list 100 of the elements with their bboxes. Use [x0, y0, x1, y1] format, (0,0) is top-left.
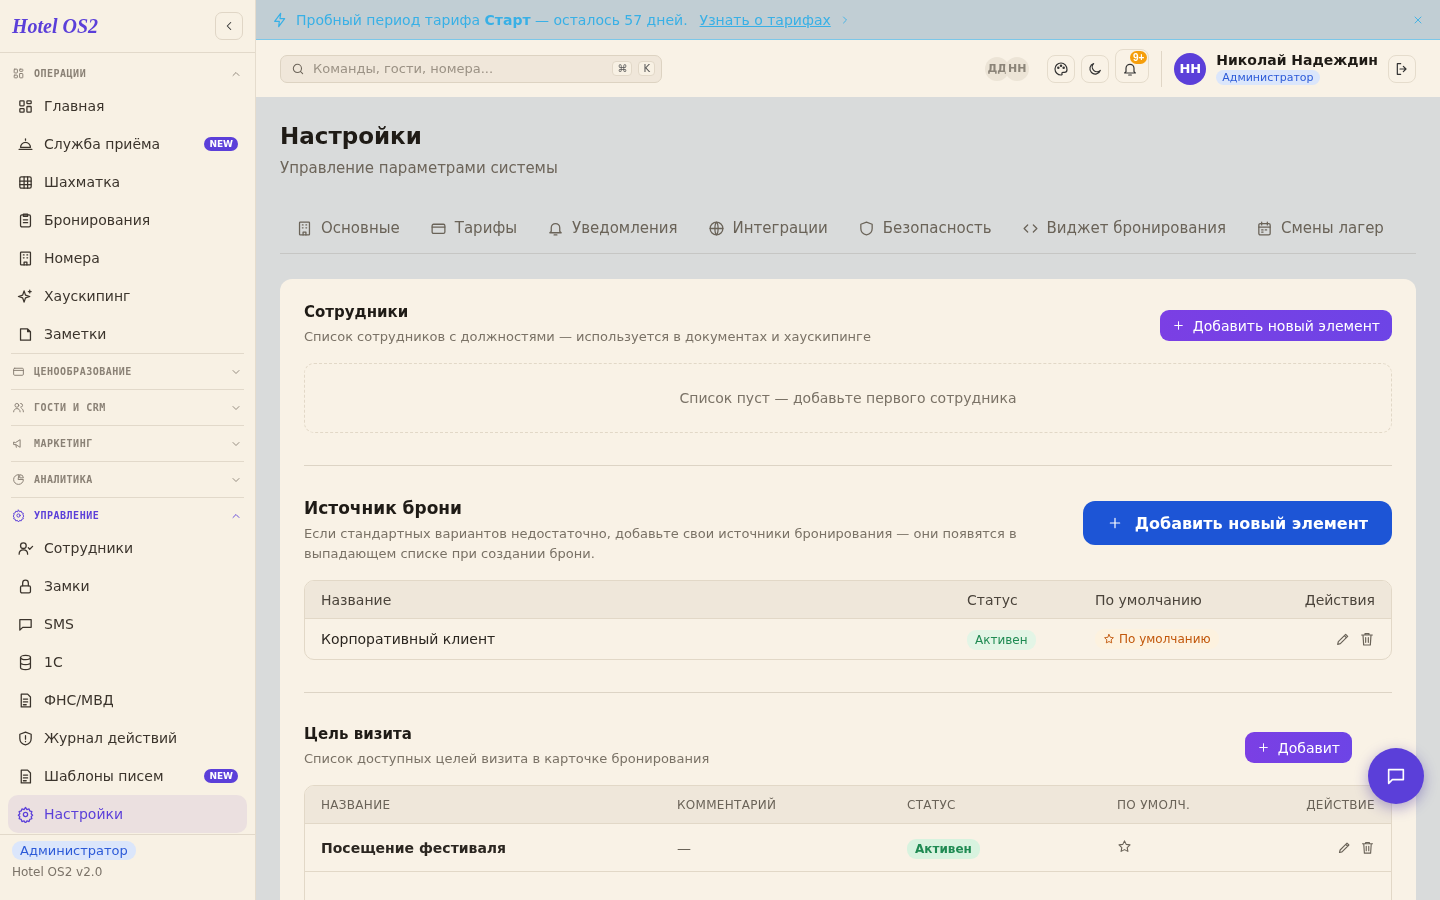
role-badge: Администратор	[12, 841, 136, 860]
empty-state: Список пуст — добавьте первого сотрудника	[304, 363, 1392, 433]
sidebar-item[interactable]: Замки	[8, 567, 247, 605]
settings-tab[interactable]: Тарифы	[429, 203, 518, 253]
lock-icon	[17, 577, 34, 595]
sidebar-item[interactable]: Бронирования	[8, 201, 247, 239]
grid-icon	[17, 97, 34, 115]
section-header[interactable]: АНАЛИТИКА	[11, 462, 244, 497]
settings-tab[interactable]: Безопасность	[857, 203, 992, 253]
shield-icon	[857, 219, 875, 237]
new-badge: NEW	[204, 769, 238, 783]
column-header: Действия	[1304, 591, 1375, 608]
column-header: НАЗВАНИЕ	[321, 797, 392, 812]
calendar-icon	[1256, 219, 1274, 237]
sidebar-item[interactable]: Шахматка	[8, 163, 247, 201]
column-header: СТАТУС	[907, 797, 956, 812]
new-badge: NEW	[204, 137, 238, 151]
shortcut-key: K	[638, 61, 655, 76]
settings-tab[interactable]: Уведомления	[547, 203, 678, 253]
section-header[interactable]: ЦЕНООБРАЗОВАНИЕ	[11, 354, 244, 389]
delete-icon[interactable]	[1359, 631, 1375, 647]
dark-mode-button[interactable]	[1081, 54, 1110, 83]
service-bell-icon	[17, 135, 34, 153]
column-header: ДЕЙСТВИЕ	[1306, 797, 1375, 812]
settings-tab[interactable]: Смены лагер	[1256, 203, 1384, 253]
edit-icon[interactable]	[1337, 840, 1352, 855]
role-badge: Администратор	[1216, 70, 1320, 85]
settings-icon	[17, 805, 34, 823]
search-icon	[291, 61, 305, 76]
pie-chart-icon	[12, 473, 25, 486]
sidebar-item[interactable]: Настройки	[8, 795, 247, 833]
status-badge: Активен	[967, 630, 1036, 650]
note-icon	[17, 325, 34, 343]
building-icon	[17, 249, 34, 267]
default-badge: По умолчанию	[1095, 629, 1219, 649]
section-description: Если стандартных вариантов недостаточно, добавьте свои источники бронирования — они появятся в выпадающем списке при создании брони.	[304, 525, 1018, 563]
palette-button[interactable]	[1047, 54, 1076, 83]
plus-icon	[1171, 319, 1185, 332]
column-header: КОММЕНТАРИЙ	[677, 797, 778, 812]
settings-tab[interactable]: Интеграции	[707, 203, 828, 253]
sidebar-item[interactable]: Заметки	[8, 315, 247, 353]
search-field[interactable]: Команды, гости, номера... ⌘ K	[280, 54, 662, 83]
add-button[interactable]: Добавить новый элемент	[1159, 310, 1392, 341]
sparkle-icon	[17, 287, 34, 305]
table-cell-text: —	[677, 839, 692, 856]
star-icon[interactable]	[1117, 838, 1132, 854]
users-icon	[12, 401, 25, 414]
delete-icon[interactable]	[1360, 840, 1375, 855]
column-header: Название	[321, 591, 393, 608]
section-title: Сотрудники	[304, 303, 410, 321]
plus-icon	[1256, 741, 1270, 754]
status-badge: Активен	[907, 838, 980, 859]
column-header: По умолчанию	[1095, 591, 1203, 608]
section-title: Цель визита	[304, 725, 413, 743]
sidebar-item[interactable]: Хаускипинг	[8, 277, 247, 315]
user-name: Николай Надеждин	[1216, 52, 1378, 68]
page-title: Настройки	[280, 123, 423, 149]
sidebar-item[interactable]: Журнал действий	[8, 719, 247, 757]
settings-tab[interactable]: Основные	[296, 203, 400, 253]
sidebar-item[interactable]: ФНС/МВД	[8, 681, 247, 719]
user-check-icon	[17, 539, 34, 557]
logout-button[interactable]	[1388, 54, 1416, 83]
section-description: Список сотрудников с должностями — используется в документах и хаускипинге	[304, 328, 871, 346]
logo: Hotel OS2	[12, 14, 99, 38]
sidebar-item[interactable]: Шаблоны писем NEW	[8, 757, 247, 795]
table-cell-text: Корпоративный клиент	[321, 631, 497, 647]
notification-count: 9+	[1129, 50, 1148, 64]
shortcut-key: ⌘	[612, 61, 633, 76]
section-header[interactable]: ГОСТИ И CRM	[11, 390, 244, 425]
trial-message: Пробный период тарифа Старт — осталось 57 дней.	[296, 11, 688, 28]
clipboard-icon	[17, 211, 34, 229]
edit-icon[interactable]	[1335, 631, 1351, 647]
section-description: Список доступных целей визита в карточке бронирования	[304, 750, 710, 768]
shield-icon	[17, 729, 34, 747]
section-title: Источник брони	[304, 498, 463, 518]
card-icon	[12, 365, 25, 378]
settings-icon	[12, 509, 25, 522]
database-icon	[17, 653, 34, 671]
version-text: Hotel OS2 v2.0	[12, 865, 103, 879]
globe-icon	[707, 219, 725, 237]
table-icon	[17, 173, 34, 191]
column-header: ПО УМОЛЧ.	[1116, 797, 1192, 812]
grid-icon	[12, 67, 25, 80]
sidebar-item[interactable]: SMS	[8, 605, 247, 643]
page-subtitle: Управление параметрами системы	[280, 159, 559, 177]
user-avatar: НН	[1174, 52, 1207, 85]
user-avatar: НН	[1005, 56, 1030, 81]
add-button[interactable]: Добавит	[1244, 732, 1352, 763]
sidebar-item[interactable]: 1С	[8, 643, 247, 681]
table-cell-text: Посещение фестиваля	[321, 839, 508, 856]
sidebar-item[interactable]: Служба приёма NEW	[8, 125, 247, 163]
lightning-icon	[272, 11, 288, 28]
section-header[interactable]: МАРКЕТИНГ	[11, 426, 244, 461]
settings-tab[interactable]: Виджет бронирования	[1021, 203, 1227, 253]
add-button[interactable]: Добавить новый элемент	[1082, 501, 1392, 545]
sidebar-item[interactable]: Номера	[8, 239, 247, 277]
search-input[interactable]: Команды, гости, номера...	[311, 60, 607, 77]
building-icon	[296, 219, 313, 237]
column-header: Статус	[967, 591, 1019, 608]
moon-icon	[1087, 60, 1104, 77]
